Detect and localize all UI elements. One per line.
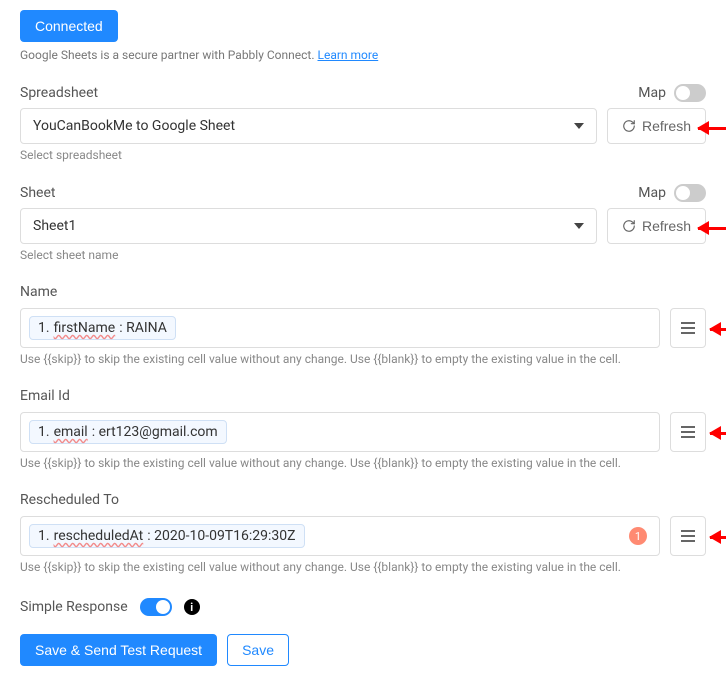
email-options-button[interactable]	[670, 412, 706, 452]
sheet-map-label: Map	[638, 185, 666, 201]
spreadsheet-dropdown[interactable]: YouCanBookMe to Google Sheet	[20, 108, 597, 144]
security-notice: Google Sheets is a secure partner with P…	[20, 48, 706, 62]
rescheduled-field[interactable]: 1 rescheduledAt 2020-10-09T16:29:30Z 1	[20, 516, 660, 556]
notification-badge: 1	[629, 527, 647, 545]
spreadsheet-map-label: Map	[638, 85, 666, 101]
sheet-dropdown[interactable]: Sheet1	[20, 208, 597, 244]
email-chip[interactable]: 1 email ert123@gmail.com	[29, 420, 227, 444]
save-send-test-button[interactable]: Save & Send Test Request	[20, 634, 217, 666]
rescheduled-options-button[interactable]	[670, 516, 706, 556]
chip-num: 1	[38, 424, 50, 440]
caret-down-icon	[574, 223, 584, 229]
save-send-test-label: Save & Send Test Request	[35, 642, 202, 658]
annotation-arrow	[710, 426, 726, 440]
sheet-value: Sheet1	[33, 218, 76, 234]
chip-num: 1	[38, 528, 50, 544]
menu-icon	[679, 529, 697, 543]
rescheduled-label: Rescheduled To	[20, 492, 706, 508]
info-icon[interactable]: i	[184, 599, 200, 615]
connected-label: Connected	[35, 18, 103, 34]
name-chip[interactable]: 1 firstName RAINA	[29, 316, 176, 340]
spreadsheet-refresh-button[interactable]: Refresh	[607, 108, 706, 144]
sheet-refresh-button[interactable]: Refresh	[607, 208, 706, 244]
refresh-icon	[622, 219, 636, 233]
toggle-knob	[676, 86, 690, 100]
spreadsheet-value: YouCanBookMe to Google Sheet	[33, 118, 235, 134]
save-button[interactable]: Save	[227, 634, 289, 666]
sheet-label: Sheet	[20, 185, 55, 201]
rescheduled-helper: Use {{skip}} to skip the existing cell v…	[20, 560, 706, 574]
refresh-label: Refresh	[642, 218, 691, 234]
simple-response-toggle[interactable]	[140, 598, 172, 616]
chip-value: 2020-10-09T16:29:30Z	[147, 528, 295, 544]
toggle-knob	[156, 600, 170, 614]
annotation-arrow	[710, 530, 726, 544]
notice-text: Google Sheets is a secure partner with P…	[20, 48, 315, 62]
chip-key: email	[54, 424, 88, 440]
email-label: Email Id	[20, 388, 706, 404]
menu-icon	[679, 425, 697, 439]
email-field[interactable]: 1 email ert123@gmail.com	[20, 412, 660, 452]
spreadsheet-map-toggle[interactable]	[674, 84, 706, 102]
rescheduled-chip[interactable]: 1 rescheduledAt 2020-10-09T16:29:30Z	[29, 524, 305, 548]
name-field[interactable]: 1 firstName RAINA	[20, 308, 660, 348]
annotation-arrow	[698, 121, 726, 135]
chip-num: 1	[38, 320, 50, 336]
annotation-arrow	[710, 322, 726, 336]
caret-down-icon	[574, 123, 584, 129]
simple-response-label: Simple Response	[20, 599, 128, 615]
spreadsheet-helper: Select spreadsheet	[20, 148, 706, 162]
connected-button[interactable]: Connected	[20, 10, 118, 42]
refresh-label: Refresh	[642, 118, 691, 134]
chip-key: firstName	[54, 320, 116, 336]
name-helper: Use {{skip}} to skip the existing cell v…	[20, 352, 706, 366]
refresh-icon	[622, 119, 636, 133]
sheet-map-toggle[interactable]	[674, 184, 706, 202]
annotation-arrow	[698, 221, 726, 235]
chip-key: rescheduledAt	[54, 528, 144, 544]
chip-value: ert123@gmail.com	[92, 424, 218, 440]
chip-value: RAINA	[119, 320, 167, 336]
menu-icon	[679, 321, 697, 335]
name-options-button[interactable]	[670, 308, 706, 348]
toggle-knob	[676, 186, 690, 200]
learn-more-link[interactable]: Learn more	[318, 48, 379, 62]
email-helper: Use {{skip}} to skip the existing cell v…	[20, 456, 706, 470]
sheet-helper: Select sheet name	[20, 248, 706, 262]
name-label: Name	[20, 284, 706, 300]
spreadsheet-label: Spreadsheet	[20, 85, 98, 101]
save-label: Save	[242, 642, 274, 658]
